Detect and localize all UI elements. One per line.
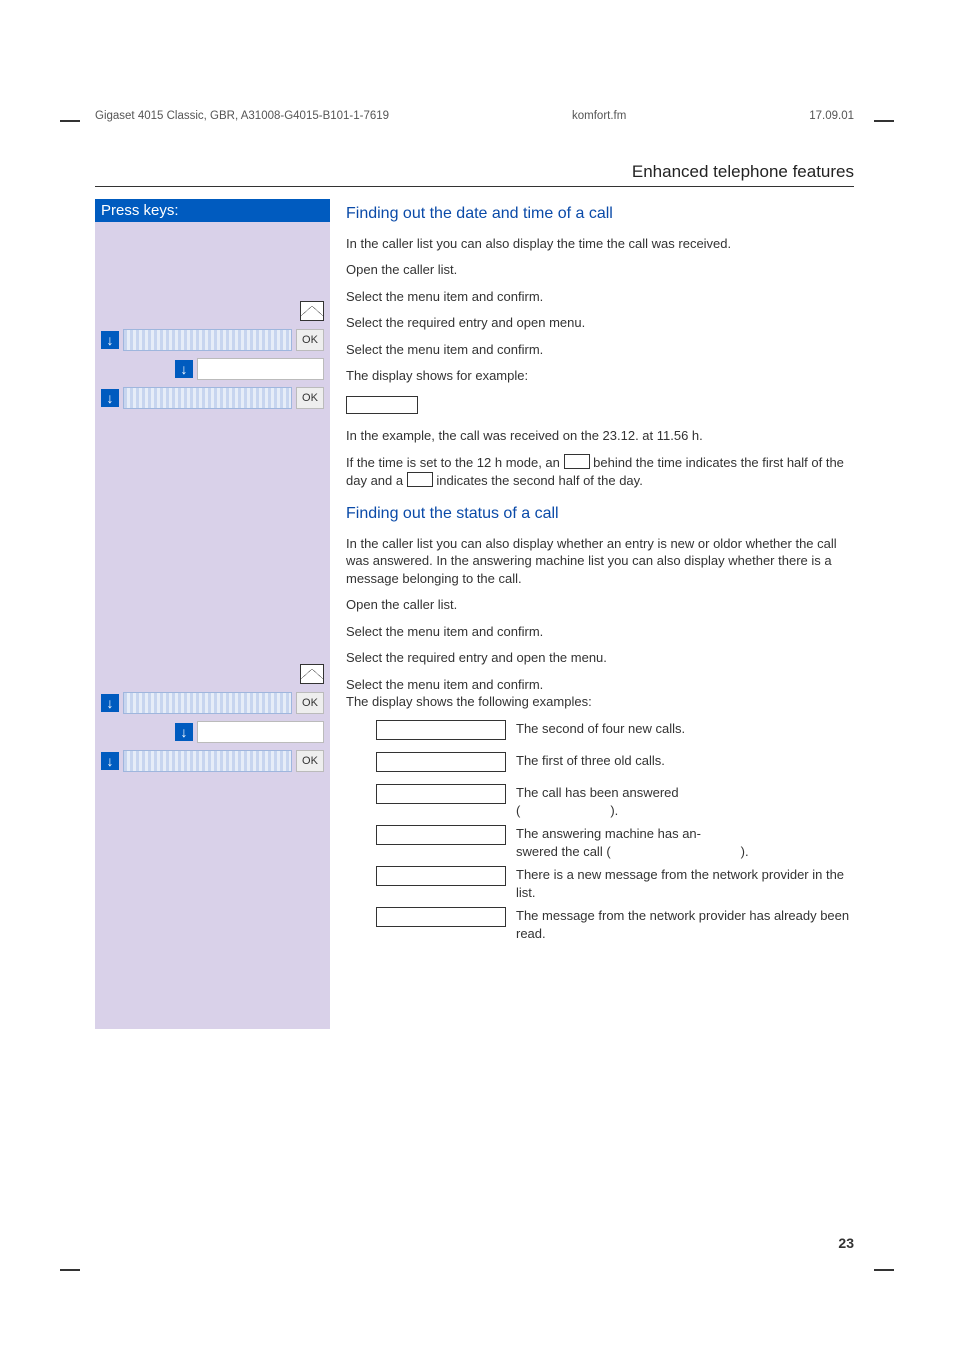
ok-button[interactable]: OK: [296, 329, 324, 351]
ok-button[interactable]: OK: [296, 692, 324, 714]
arrow-down-icon: [101, 389, 119, 407]
header-right: 17.09.01: [809, 110, 854, 122]
display-example-box: [346, 396, 418, 414]
inline-box-icon: [564, 454, 590, 469]
display-example-box: [376, 866, 506, 886]
section-title: Enhanced telephone features: [95, 162, 854, 187]
display-field: [123, 692, 292, 714]
arrow-down-icon: [101, 331, 119, 349]
display-example-box: [376, 907, 506, 927]
body-text: Open the caller list.: [346, 261, 854, 279]
body-text: Select the menu item and confirm.: [346, 623, 854, 641]
subsection-title: Finding out the status of a call: [346, 503, 854, 525]
display-field: [197, 721, 324, 743]
body-text: The display shows for example:: [346, 367, 854, 385]
header-left: Gigaset 4015 Classic, GBR, A31008-G4015-…: [95, 110, 389, 122]
arrow-down-icon: [175, 723, 193, 741]
example-text: There is a new message from the network …: [516, 866, 854, 901]
display-example-box: [376, 752, 506, 772]
header-mid: komfort.fm: [572, 110, 626, 122]
display-field: [123, 329, 292, 351]
display-example-box: [376, 825, 506, 845]
body-text: If the time is set to the 12 h mode, an …: [346, 454, 854, 489]
press-keys-column: Press keys: OK OK OK: [95, 199, 330, 1029]
envelope-icon: [300, 301, 324, 321]
example-text: The second of four new calls.: [516, 720, 854, 746]
press-keys-header: Press keys:: [95, 199, 330, 222]
ok-button[interactable]: OK: [296, 750, 324, 772]
display-example-box: [376, 784, 506, 804]
content-column: Finding out the date and time of a call …: [346, 199, 854, 1029]
display-field: [123, 387, 292, 409]
display-example-box: [376, 720, 506, 740]
arrow-down-icon: [175, 360, 193, 378]
arrow-down-icon: [101, 752, 119, 770]
envelope-icon: [300, 664, 324, 684]
page-number: 23: [838, 1235, 854, 1251]
body-text: In the caller list you can also display …: [346, 535, 854, 588]
display-field: [197, 358, 324, 380]
body-text: Open the caller list.: [346, 596, 854, 614]
body-text: Select the required entry and open the m…: [346, 649, 854, 667]
header-line: Gigaset 4015 Classic, GBR, A31008-G4015-…: [95, 110, 854, 122]
body-text: Select the required entry and open menu.: [346, 314, 854, 332]
example-text: The first of three old calls.: [516, 752, 854, 778]
body-text: In the example, the call was received on…: [346, 427, 854, 445]
ok-button[interactable]: OK: [296, 387, 324, 409]
example-text: The message from the network provider ha…: [516, 907, 854, 942]
arrow-down-icon: [101, 694, 119, 712]
subsection-title: Finding out the date and time of a call: [346, 203, 854, 225]
body-text: Select the menu item and confirm. The di…: [346, 676, 854, 711]
example-text: The call has been answered ().: [516, 784, 854, 819]
body-text: Select the menu item and confirm.: [346, 288, 854, 306]
body-text: In the caller list you can also display …: [346, 235, 854, 253]
example-text: The answering machine has an- swered the…: [516, 825, 854, 860]
body-text: Select the menu item and confirm.: [346, 341, 854, 359]
display-field: [123, 750, 292, 772]
inline-box-icon: [407, 472, 433, 487]
